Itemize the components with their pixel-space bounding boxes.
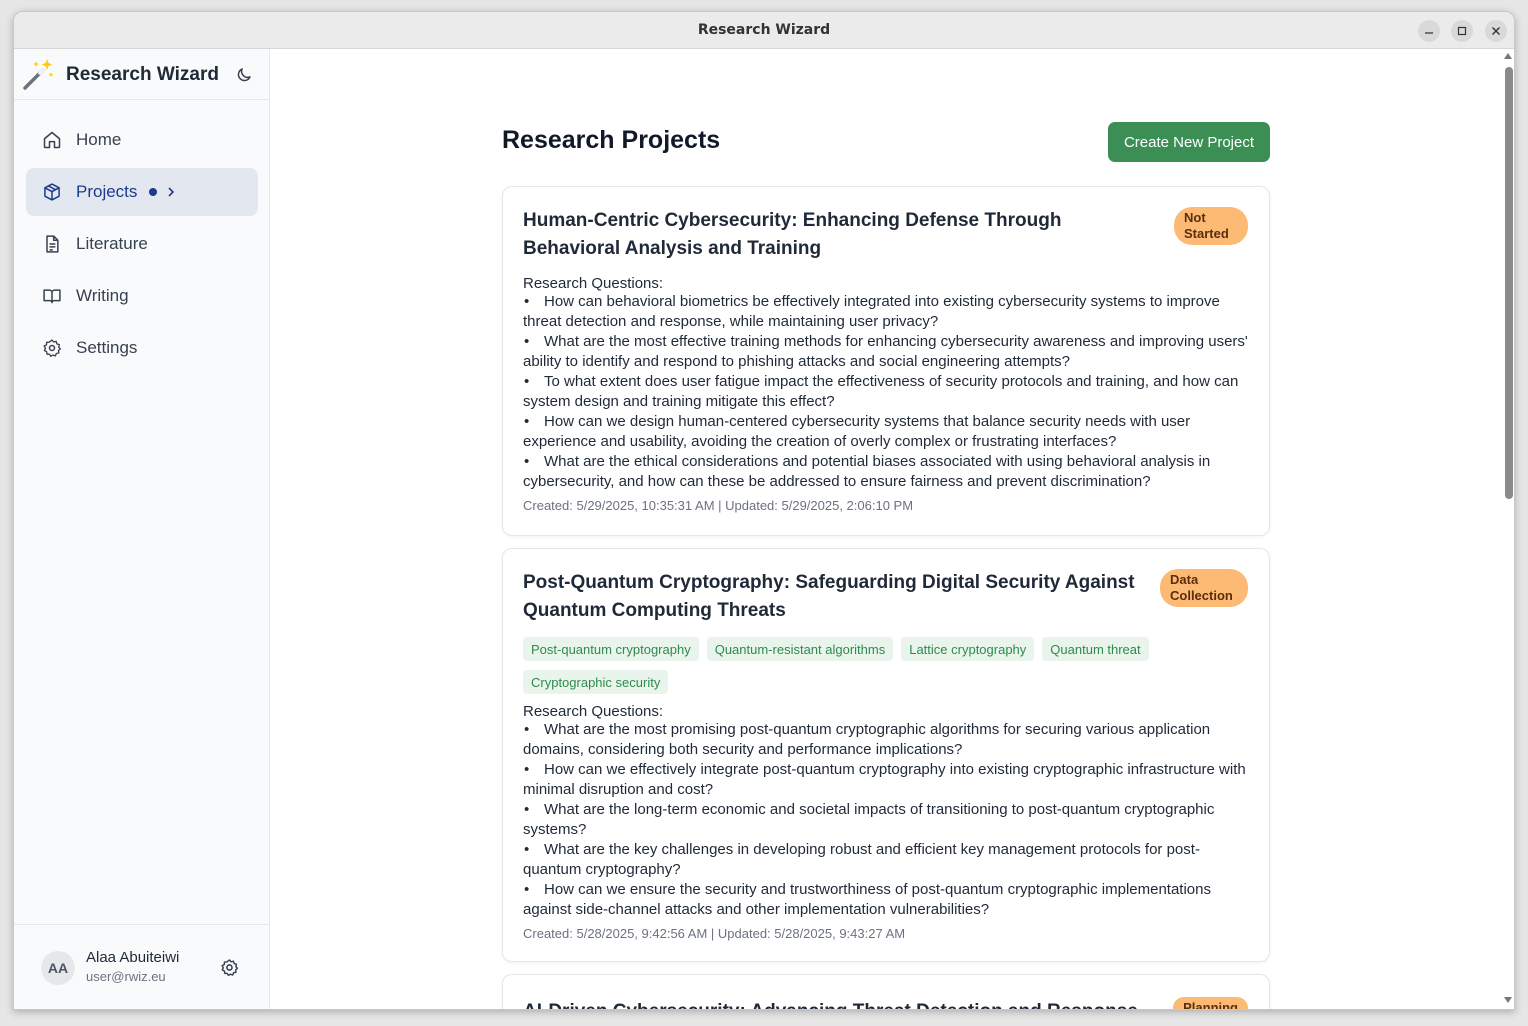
keyword-tag[interactable]: Lattice cryptography [901, 637, 1035, 661]
close-icon [1492, 27, 1500, 35]
maximize-icon [1457, 26, 1467, 36]
sidebar-item-label: Home [76, 130, 122, 149]
sidebar: Research Wizard Home Projects Literature… [14, 49, 270, 1009]
document-icon [46, 235, 59, 253]
gear-icon [43, 339, 61, 357]
list-item: What are the most effective training met… [523, 332, 1249, 372]
sidebar-item-settings[interactable]: Settings [26, 324, 258, 372]
project-title[interactable]: Post-Quantum Cryptography: Safeguarding … [523, 569, 1163, 625]
list-item: What are the most promising post-quantum… [523, 720, 1249, 760]
brand-header: Research Wizard [14, 49, 269, 100]
project-card[interactable]: Human-Centric Cybersecurity: Enhancing D… [502, 186, 1270, 536]
book-open-icon [43, 289, 61, 304]
theme-toggle-moon-icon[interactable] [235, 66, 253, 84]
list-item: How can we ensure the security and trust… [523, 880, 1249, 920]
sidebar-item-projects[interactable]: Projects [26, 168, 258, 216]
research-questions-label: Research Questions: [523, 703, 664, 720]
minimize-icon [1425, 32, 1433, 34]
list-item: How can we effectively integrate post-qu… [523, 760, 1249, 800]
keyword-tag[interactable]: Cryptographic security [523, 670, 669, 694]
minimize-button[interactable] [1418, 20, 1440, 42]
project-timestamps: Created: 5/28/2025, 9:42:56 AM | Updated… [523, 926, 906, 941]
sidebar-nav: Home Projects Literature Writing Setting… [26, 116, 258, 376]
research-questions-label: Research Questions: [523, 275, 664, 292]
title-bar: Research Wizard [14, 12, 1514, 49]
window-title: Research Wizard [697, 22, 831, 38]
sidebar-item-label: Projects [76, 182, 138, 201]
magic-wand-icon [23, 59, 54, 90]
sidebar-item-label: Settings [76, 338, 138, 357]
app-window: Research Wizard Research Wizard Home Pro… [13, 11, 1515, 1010]
sidebar-item-label: Writing [76, 286, 129, 305]
keyword-tag[interactable]: Quantum-resistant algorithms [706, 637, 894, 661]
project-card[interactable]: AI-Driven Cybersecurity: Advancing Threa… [502, 974, 1270, 1009]
brand-name: Research Wizard [66, 64, 219, 85]
active-indicator-dot [149, 188, 158, 196]
cube-icon [44, 183, 60, 201]
keyword-tags: Post-quantum cryptography Quantum-resist… [523, 637, 1249, 703]
list-item: What are the long-term economic and soci… [523, 800, 1249, 840]
project-title[interactable]: AI-Driven Cybersecurity: Advancing Threa… [523, 998, 1163, 1009]
user-settings-gear-icon[interactable] [220, 958, 239, 977]
project-timestamps: Created: 5/29/2025, 10:35:31 AM | Update… [523, 498, 914, 513]
project-card[interactable]: Post-Quantum Cryptography: Safeguarding … [502, 548, 1270, 962]
page-title: Research Projects [502, 126, 721, 154]
list-item: How can we design human-centered cyberse… [523, 412, 1249, 452]
scroll-down-arrow-icon[interactable] [1504, 997, 1512, 1003]
status-badge: Not Started [1174, 207, 1248, 245]
close-button[interactable] [1485, 20, 1507, 42]
create-new-project-button[interactable]: Create New Project [1108, 122, 1270, 162]
sidebar-item-writing[interactable]: Writing [26, 272, 258, 320]
avatar[interactable]: AA [41, 951, 75, 985]
list-item: What are the key challenges in developin… [523, 840, 1249, 880]
scrollbar-thumb[interactable] [1505, 67, 1513, 499]
user-email: user@rwiz.eu [86, 969, 166, 984]
list-item: What are the ethical considerations and … [523, 452, 1249, 492]
list-item: How can behavioral biometrics be effecti… [523, 292, 1249, 332]
research-questions-list: What are the most promising post-quantum… [523, 720, 1249, 920]
status-badge: Data Collection [1160, 569, 1248, 607]
user-profile: AA Alaa Abuiteiwi user@rwiz.eu [14, 924, 269, 1009]
sidebar-item-label: Literature [76, 234, 148, 253]
sidebar-item-literature[interactable]: Literature [26, 220, 258, 268]
project-title[interactable]: Human-Centric Cybersecurity: Enhancing D… [523, 207, 1163, 263]
keyword-tag[interactable]: Quantum threat [1042, 637, 1149, 661]
home-icon [43, 131, 61, 149]
status-badge: Planning [1173, 997, 1248, 1009]
maximize-button[interactable] [1451, 20, 1473, 42]
main-content: Research Projects Create New Project Hum… [271, 49, 1500, 1009]
scrollbar[interactable] [1501, 49, 1514, 1009]
list-item: To what extent does user fatigue impact … [523, 372, 1249, 412]
sidebar-item-home[interactable]: Home [26, 116, 258, 164]
scroll-up-arrow-icon[interactable] [1504, 53, 1512, 59]
chevron-right-icon [168, 187, 175, 197]
research-questions-list: How can behavioral biometrics be effecti… [523, 292, 1249, 492]
keyword-tag[interactable]: Post-quantum cryptography [523, 637, 699, 661]
user-name: Alaa Abuiteiwi [86, 949, 180, 966]
